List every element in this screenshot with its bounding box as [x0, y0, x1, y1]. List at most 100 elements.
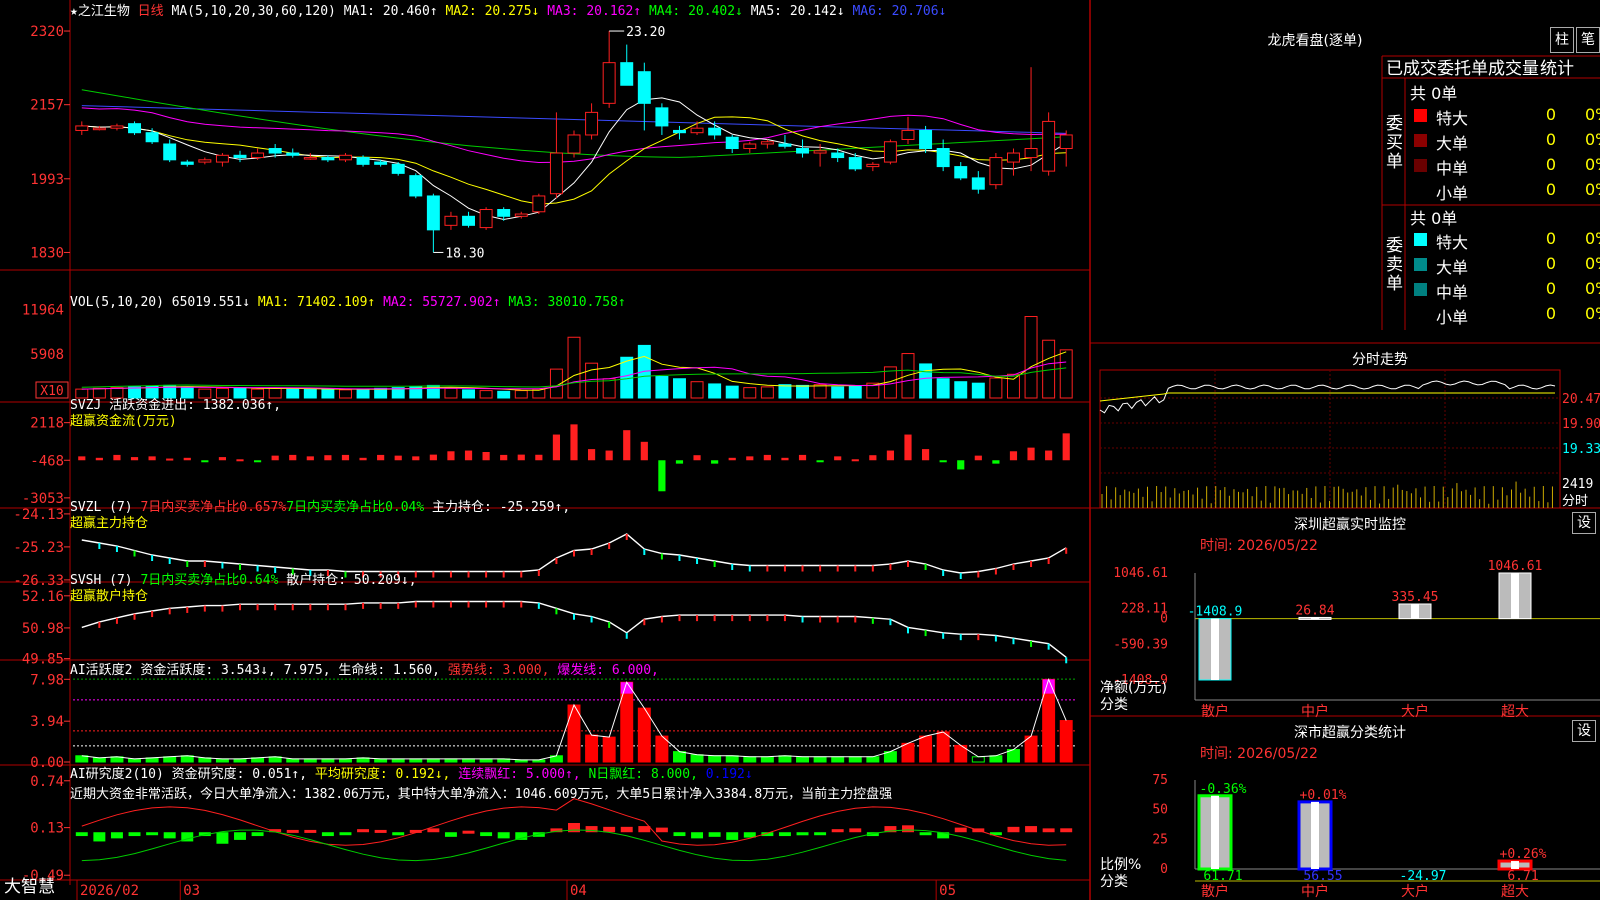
price-axis-tick: 2157: [30, 98, 64, 114]
vol-ma-value: MA2: 55727.902↑: [375, 295, 501, 310]
vol-unit: X10: [40, 384, 63, 399]
volume-bar: [110, 387, 124, 399]
svzj-bar: [201, 460, 209, 463]
svzl-ratio-a: 7日内买卖净占比0.657%: [140, 500, 287, 515]
period-label[interactable]: 日线: [138, 4, 164, 19]
candle: [708, 127, 722, 136]
research-bar: [462, 830, 475, 834]
volume-bar: [831, 386, 845, 399]
ai-active-bar: [813, 756, 827, 763]
candle: [92, 127, 106, 131]
color-swatch: [1414, 283, 1427, 296]
volume-bar: [848, 385, 862, 399]
class-top-label: +0.26%: [1500, 847, 1547, 862]
tick-mode-button[interactable]: 笔: [1576, 27, 1600, 53]
volume-bar: [708, 383, 722, 399]
bar-mode-button[interactable]: 柱: [1550, 27, 1574, 53]
row-pct: 0%: [1585, 180, 1600, 199]
svzj-bar: [236, 459, 244, 462]
row-name: 小单: [1436, 184, 1469, 203]
svzj-bar: [605, 450, 613, 461]
volume-panel: 11964 5908 X10: [22, 302, 1073, 399]
svzj-bar: [517, 454, 525, 461]
sz-category: 超大: [1501, 704, 1529, 720]
sz-monitor-xlabel: 分类: [1100, 697, 1128, 713]
sz-category: 散户: [1201, 703, 1229, 720]
color-swatch: [1414, 159, 1427, 172]
volume-bar: [778, 384, 792, 399]
dragon-row: 大单 0 0%: [1410, 129, 1600, 153]
candle: [338, 154, 352, 161]
research-bar: [392, 832, 405, 836]
research-bar: [778, 832, 791, 837]
svsh-header: SVSH (7) 7日内买卖净占比0.64% 散户持仓: 50.209↓, 超赢…: [70, 573, 417, 605]
svzj-axis-tick: -3053: [22, 491, 64, 507]
tab-filled[interactable]: 已成交: [1386, 54, 1437, 79]
dragon-row: 特大 0 0%: [1410, 104, 1600, 128]
sz-monitor-settings-button[interactable]: 设: [1572, 512, 1596, 534]
candle: [356, 157, 370, 165]
svzj-title: SVZJ 活跃资金进出: 1382.036↑,: [70, 398, 282, 413]
ai-active-bar: [866, 756, 880, 763]
volume-bar: [813, 384, 827, 399]
class-bottom-label: 6.71: [1507, 869, 1538, 884]
candle: [110, 125, 124, 129]
ai-research-fund: 资金研究度: 0.051↑,: [171, 767, 308, 782]
candle: [462, 215, 476, 226]
research-bar: [321, 832, 334, 837]
candle: [954, 166, 968, 179]
stock-name[interactable]: ★之江生物: [70, 4, 130, 19]
svzj-bar: [183, 457, 191, 461]
ai-research-tail: 0.192↓: [705, 767, 753, 782]
sz-bar-label: 26.84: [1295, 603, 1334, 618]
tab-volume[interactable]: 成交量: [1488, 54, 1539, 79]
vol-ma-values: MA1: 71402.109↑ MA2: 55727.902↑ MA3: 380…: [258, 295, 626, 310]
intraday-price-line: [1099, 380, 1556, 414]
svzj-bar: [1027, 447, 1035, 461]
tab-stats[interactable]: 统计: [1540, 54, 1574, 79]
research-bar: [568, 823, 580, 833]
research-bar: [234, 832, 246, 840]
svzj-bar: [834, 456, 842, 461]
candle: [971, 177, 985, 190]
sz-bar-label: 1046.61: [1488, 559, 1543, 574]
row-pct: 0%: [1585, 229, 1600, 248]
ai-active-bar: [672, 751, 686, 763]
research-bar: [691, 832, 704, 839]
tab-orders[interactable]: 委托单: [1437, 54, 1488, 79]
candle: [180, 161, 194, 165]
volume-bar: [725, 385, 739, 399]
svzj-bar: [957, 460, 965, 470]
candle: [778, 143, 792, 147]
candle: [672, 129, 686, 134]
candle: [321, 157, 335, 161]
sell-total: 共 0单: [1410, 209, 1458, 228]
svzl-axis-tick: -24.13: [13, 507, 64, 523]
svzj-bar: [341, 454, 350, 461]
candle: [602, 62, 616, 104]
svzj-bar: [289, 454, 297, 461]
candle: [690, 127, 704, 134]
svzj-bar: [763, 454, 771, 461]
class-axis-tick: 0: [1160, 862, 1168, 877]
candle: [198, 159, 212, 163]
research-bar: [357, 829, 370, 833]
volume-bar: [971, 382, 985, 399]
svzj-bar: [781, 457, 789, 461]
volume-bar: [268, 387, 282, 399]
svzj-bar: [218, 457, 227, 461]
svsh-line: [81, 600, 1067, 658]
research-bar: [444, 832, 457, 837]
candle: [268, 148, 282, 154]
svzj-bar: [130, 457, 139, 461]
low-annotation: 18.30: [445, 246, 484, 261]
volume-bar: [374, 387, 388, 399]
sz-class-settings-button[interactable]: 设: [1572, 720, 1596, 742]
svzj-bar: [640, 441, 648, 461]
vol-axis-tick: 5908: [30, 347, 64, 363]
candle: [1042, 120, 1056, 172]
class-bar-highlight: [1311, 801, 1319, 869]
svzj-bar: [886, 450, 895, 461]
research-bar: [427, 828, 440, 833]
svzj-bar: [728, 457, 736, 461]
